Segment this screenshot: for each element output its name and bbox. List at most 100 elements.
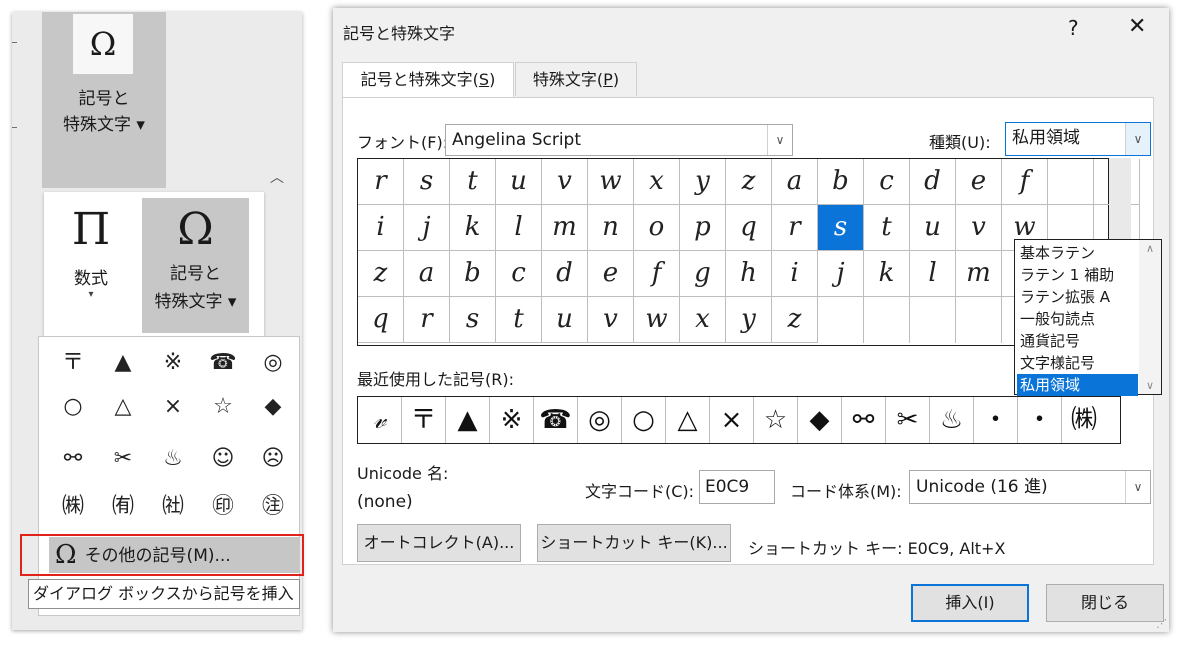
recent-symbol[interactable]: ⚯ <box>842 397 886 443</box>
recent-symbol[interactable]: ☆ <box>754 397 798 443</box>
recent-symbol[interactable]: ・ <box>1018 397 1062 443</box>
character-cell[interactable]: x <box>634 159 680 205</box>
gallery-symbol[interactable]: ○ <box>49 385 97 429</box>
character-cell[interactable]: v <box>588 297 634 343</box>
gallery-symbol[interactable]: ㈱ <box>49 485 97 529</box>
gallery-symbol[interactable]: ㊟ <box>249 485 297 529</box>
character-cell[interactable]: z <box>358 251 404 297</box>
character-cell[interactable]: r <box>404 297 450 343</box>
symbols-ribbon-button[interactable]: Ω 記号と 特殊文字 ▾ <box>42 12 166 188</box>
character-cell[interactable]: v <box>956 205 1002 251</box>
character-cell[interactable]: c <box>864 159 910 205</box>
character-cell[interactable] <box>910 297 956 343</box>
character-cell[interactable]: z <box>726 159 772 205</box>
gallery-symbol[interactable]: ㊞ <box>199 485 247 529</box>
gallery-symbol[interactable]: ㈳ <box>149 485 197 529</box>
gallery-symbol[interactable]: ㈲ <box>99 485 147 529</box>
tab-special-characters[interactable]: 特殊文字(P) <box>515 62 637 96</box>
equation-button[interactable]: Π 数式 ▾ <box>50 198 132 333</box>
character-cell[interactable]: x <box>680 297 726 343</box>
code-system-combobox[interactable]: Unicode (16 進) ∨ <box>909 470 1151 504</box>
character-cell[interactable]: m <box>542 205 588 251</box>
character-cell[interactable]: e <box>588 251 634 297</box>
character-cell[interactable]: y <box>726 297 772 343</box>
gallery-symbol[interactable]: ♨ <box>149 437 197 481</box>
gallery-symbol[interactable]: ☆ <box>199 385 247 429</box>
recent-symbol[interactable]: 𝓋 <box>358 397 402 443</box>
char-code-input[interactable]: E0C9 <box>699 470 775 504</box>
chevron-down-icon[interactable]: ∨ <box>767 125 792 155</box>
close-icon[interactable]: ✕ <box>1128 14 1146 39</box>
character-cell[interactable]: q <box>726 205 772 251</box>
character-cell[interactable] <box>1048 159 1094 205</box>
character-cell[interactable]: j <box>818 251 864 297</box>
font-combobox[interactable]: Angelina Script ∨ <box>445 124 793 156</box>
subset-option[interactable]: ラテン 1 補助 <box>1017 264 1138 286</box>
character-cell[interactable]: k <box>450 205 496 251</box>
character-cell[interactable]: c <box>496 251 542 297</box>
character-cell[interactable] <box>864 297 910 343</box>
gallery-symbol[interactable]: × <box>149 385 197 429</box>
character-cell[interactable]: z <box>772 297 818 343</box>
recent-symbol[interactable]: ※ <box>490 397 534 443</box>
character-cell[interactable]: s <box>450 297 496 343</box>
recent-symbol[interactable]: ◎ <box>578 397 622 443</box>
character-cell[interactable]: b <box>450 251 496 297</box>
subset-option[interactable]: 基本ラテン <box>1017 242 1138 264</box>
character-cell[interactable]: l <box>496 205 542 251</box>
subset-option[interactable]: 文字様記号 <box>1017 352 1138 374</box>
character-cell[interactable]: i <box>772 251 818 297</box>
character-cell[interactable]: l <box>910 251 956 297</box>
recent-symbol[interactable]: ◆ <box>798 397 842 443</box>
chevron-down-icon[interactable]: ∨ <box>1139 379 1161 392</box>
close-button[interactable]: 閉じる <box>1046 584 1164 622</box>
recent-symbol[interactable]: ○ <box>622 397 666 443</box>
insert-button[interactable]: 挿入(I) <box>911 584 1029 622</box>
gallery-symbol[interactable]: ◎ <box>249 341 297 385</box>
character-cell[interactable]: v <box>542 159 588 205</box>
character-cell[interactable]: k <box>864 251 910 297</box>
character-cell[interactable]: w <box>634 297 680 343</box>
character-cell[interactable]: e <box>956 159 1002 205</box>
resize-grip-icon[interactable]: ⋰ <box>1156 617 1167 630</box>
character-cell[interactable]: q <box>358 297 404 343</box>
recent-symbol[interactable]: △ <box>666 397 710 443</box>
character-cell[interactable]: t <box>864 205 910 251</box>
gallery-symbol[interactable]: ☺ <box>199 437 247 481</box>
chevron-down-icon[interactable]: ∨ <box>1125 471 1150 503</box>
recent-symbol[interactable]: ㈱ <box>1062 397 1106 443</box>
character-cell[interactable]: o <box>634 205 680 251</box>
character-cell[interactable]: m <box>956 251 1002 297</box>
character-cell[interactable]: y <box>680 159 726 205</box>
character-cell[interactable]: j <box>404 205 450 251</box>
character-cell[interactable]: d <box>542 251 588 297</box>
autocorrect-button[interactable]: オートコレクト(A)... <box>357 524 521 562</box>
gallery-symbol[interactable]: △ <box>99 385 147 429</box>
character-cell[interactable]: u <box>910 205 956 251</box>
character-cell[interactable]: f <box>1002 159 1048 205</box>
gallery-symbol[interactable]: ☎ <box>199 341 247 385</box>
help-button[interactable]: ? <box>1068 16 1079 40</box>
recent-symbol[interactable]: 〒 <box>402 397 446 443</box>
character-cell[interactable]: i <box>358 205 404 251</box>
character-cell[interactable]: t <box>496 297 542 343</box>
subset-option[interactable]: 私用領域 <box>1017 374 1138 396</box>
chevron-up-icon[interactable]: ︿ <box>270 167 284 187</box>
gallery-symbol[interactable]: ⚯ <box>49 437 97 481</box>
recent-symbol[interactable]: × <box>710 397 754 443</box>
shortcut-key-button[interactable]: ショートカット キー(K)... <box>537 524 731 562</box>
character-cell[interactable]: w <box>588 159 634 205</box>
recent-symbol[interactable]: ☎ <box>534 397 578 443</box>
character-cell[interactable]: r <box>358 159 404 205</box>
character-cell[interactable]: u <box>542 297 588 343</box>
character-cell[interactable]: s <box>404 159 450 205</box>
subset-option[interactable]: 一般句読点 <box>1017 308 1138 330</box>
character-cell[interactable] <box>818 297 864 343</box>
gallery-symbol[interactable]: 〒 <box>49 341 97 385</box>
character-cell[interactable]: r <box>772 205 818 251</box>
character-cell[interactable]: p <box>680 205 726 251</box>
chevron-up-icon[interactable]: ∧ <box>1139 242 1161 255</box>
character-cell[interactable] <box>956 297 1002 343</box>
character-cell[interactable]: n <box>588 205 634 251</box>
character-cell[interactable]: a <box>404 251 450 297</box>
